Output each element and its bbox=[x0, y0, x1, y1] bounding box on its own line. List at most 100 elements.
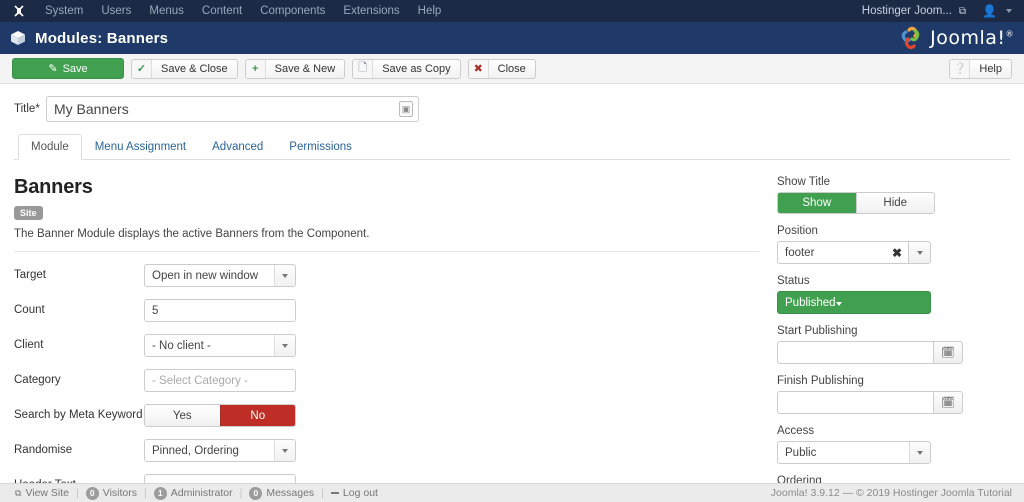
save-as-copy-label: Save as Copy bbox=[382, 62, 451, 75]
field-status: Status Published bbox=[777, 275, 1004, 314]
chevron-down-icon bbox=[274, 440, 295, 461]
finish-publishing-input[interactable] bbox=[777, 391, 933, 414]
menu-item-menus[interactable]: Menus bbox=[140, 0, 193, 22]
messages-count-badge: 0 bbox=[249, 486, 263, 500]
copy-icon: 🗋 bbox=[353, 59, 374, 78]
access-value: Public bbox=[785, 446, 817, 459]
status-select[interactable]: Published bbox=[777, 291, 931, 314]
search-meta-keyword-yes[interactable]: Yes bbox=[145, 405, 220, 426]
chevron-down-icon bbox=[835, 297, 842, 309]
administrator-label: Administrator bbox=[170, 487, 233, 499]
field-row-count: Count 5 bbox=[14, 299, 749, 322]
chevron-down-icon bbox=[274, 335, 295, 356]
menu-item-users[interactable]: Users bbox=[92, 0, 140, 22]
close-button[interactable]: ✖ Close bbox=[467, 58, 536, 79]
view-site-label: View Site bbox=[25, 487, 70, 499]
finish-publishing-control: 🗓 bbox=[777, 391, 963, 414]
client-label: Client bbox=[14, 339, 44, 351]
target-label: Target bbox=[14, 269, 46, 281]
target-select[interactable]: Open in new window bbox=[144, 264, 296, 287]
search-meta-keyword-no[interactable]: No bbox=[219, 405, 295, 426]
joomla-logo-icon[interactable] bbox=[8, 0, 30, 22]
position-control: footer ✖ bbox=[777, 241, 931, 264]
access-control: Public bbox=[777, 441, 931, 464]
count-label: Count bbox=[14, 304, 45, 316]
field-start-publishing: Start Publishing 🗓 bbox=[777, 325, 1004, 364]
calendar-icon[interactable]: 🗓 bbox=[933, 341, 963, 364]
category-input[interactable]: - Select Category - bbox=[144, 369, 296, 392]
save-as-copy-button[interactable]: 🗋 Save as Copy bbox=[352, 58, 461, 79]
admin-top-bar: System Users Menus Content Components Ex… bbox=[0, 0, 1024, 22]
help-button[interactable]: ❔ Help bbox=[949, 58, 1012, 79]
show-title-toggle-group: Show Hide bbox=[777, 192, 935, 214]
menu-item-system[interactable]: System bbox=[36, 0, 92, 22]
save-and-close-button[interactable]: ✓ Save & Close bbox=[131, 58, 238, 79]
start-publishing-control: 🗓 bbox=[777, 341, 963, 364]
position-select[interactable]: footer ✖ bbox=[777, 241, 931, 264]
page-header-bar: Modules: Banners Joomla!® bbox=[0, 22, 1024, 54]
view-site-link[interactable]: ⧉ View Site bbox=[8, 487, 76, 499]
divider bbox=[14, 251, 759, 252]
visitors-count-badge: 0 bbox=[85, 486, 99, 500]
chevron-down-icon[interactable] bbox=[1006, 9, 1012, 13]
tab-advanced[interactable]: Advanced bbox=[199, 134, 276, 160]
client-value: - No client - bbox=[152, 339, 211, 352]
check-icon: ✓ bbox=[132, 59, 152, 78]
visitors-label: Visitors bbox=[102, 487, 137, 499]
title-input-wrapper: ▣ bbox=[46, 96, 419, 122]
calendar-icon[interactable]: 🗓 bbox=[933, 391, 963, 414]
field-row-target: Target Open in new window bbox=[14, 264, 749, 287]
count-control: 5 bbox=[144, 299, 296, 322]
field-position: Position footer ✖ bbox=[777, 225, 1004, 264]
visitors-link[interactable]: 0 Visitors bbox=[79, 486, 144, 500]
menu-item-extensions[interactable]: Extensions bbox=[334, 0, 408, 22]
target-value: Open in new window bbox=[152, 269, 259, 282]
main-content: Title* ▣ Module Menu Assignment Advanced… bbox=[0, 84, 1024, 502]
show-title-hide[interactable]: Hide bbox=[855, 193, 934, 213]
menu-item-components[interactable]: Components bbox=[251, 0, 334, 22]
administrator-link[interactable]: 1 Administrator bbox=[147, 486, 240, 500]
save-button[interactable]: ✎ Save bbox=[12, 58, 124, 79]
site-name-link[interactable]: Hostinger Joom... bbox=[862, 5, 952, 17]
access-label: Access bbox=[777, 425, 815, 437]
randomise-select[interactable]: Pinned, Ordering bbox=[144, 439, 296, 462]
status-badge: Site bbox=[14, 206, 43, 220]
module-name-heading: Banners bbox=[14, 176, 93, 198]
user-icon[interactable]: 👤 bbox=[982, 4, 997, 18]
plus-icon: + bbox=[245, 59, 266, 78]
title-field-label: Title* bbox=[14, 103, 40, 115]
access-select[interactable]: Public bbox=[777, 441, 931, 464]
editor-toolbar: ✎ Save ✓ Save & Close + Save & New 🗋 Sav… bbox=[0, 54, 1024, 84]
title-input[interactable] bbox=[46, 96, 419, 122]
required-marker: * bbox=[35, 103, 40, 115]
tab-module[interactable]: Module bbox=[18, 134, 82, 160]
logout-label: Log out bbox=[342, 487, 378, 499]
logout-link[interactable]: Log out bbox=[324, 487, 385, 499]
chevron-down-icon bbox=[274, 265, 295, 286]
joomla-wordmark: Joomla!® bbox=[930, 27, 1014, 49]
external-link-icon[interactable]: ⧉ bbox=[959, 6, 966, 17]
page-title: Modules: Banners bbox=[35, 29, 169, 47]
chevron-down-icon[interactable] bbox=[908, 242, 930, 263]
field-row-category: Category - Select Category - bbox=[14, 369, 749, 392]
tab-permissions[interactable]: Permissions bbox=[276, 134, 365, 160]
show-title-show[interactable]: Show bbox=[778, 193, 856, 213]
menu-item-help[interactable]: Help bbox=[409, 0, 451, 22]
help-circle-icon: ❔ bbox=[950, 59, 971, 78]
save-and-new-button[interactable]: + Save & New bbox=[244, 58, 346, 79]
messages-label: Messages bbox=[266, 487, 315, 499]
randomise-value: Pinned, Ordering bbox=[152, 444, 239, 457]
start-publishing-input[interactable] bbox=[777, 341, 933, 364]
target-control: Open in new window bbox=[144, 264, 296, 287]
messages-link[interactable]: 0 Messages bbox=[242, 486, 321, 500]
tab-menu-assignment[interactable]: Menu Assignment bbox=[82, 134, 199, 160]
menu-item-content[interactable]: Content bbox=[193, 0, 251, 22]
toggle-editor-icon[interactable]: ▣ bbox=[399, 101, 413, 117]
external-link-icon: ⧉ bbox=[15, 487, 22, 498]
chevron-down-icon bbox=[909, 442, 930, 463]
module-sidebar-column: Show Title Show Hide Position footer ✖ S… bbox=[769, 176, 1004, 502]
client-select[interactable]: - No client - bbox=[144, 334, 296, 357]
clear-x-icon[interactable]: ✖ bbox=[892, 246, 902, 260]
field-access: Access Public bbox=[777, 425, 1004, 464]
count-input[interactable]: 5 bbox=[144, 299, 296, 322]
